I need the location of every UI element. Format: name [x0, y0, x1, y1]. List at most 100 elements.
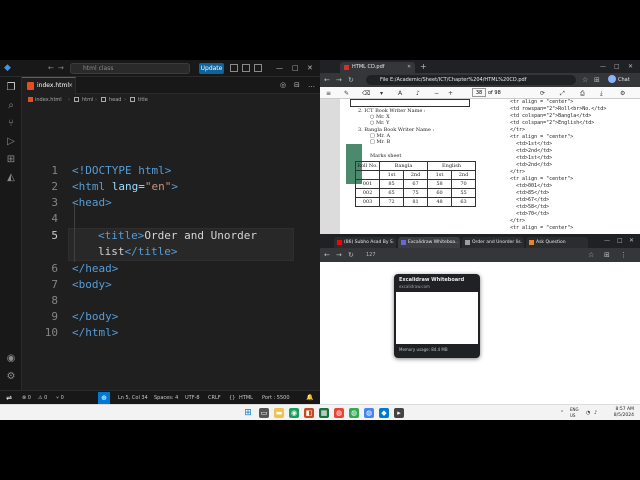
- split-editor-icon[interactable]: ⊟: [294, 81, 300, 90]
- minimize-icon[interactable]: —: [276, 62, 283, 74]
- forward-arrow-icon[interactable]: →: [58, 64, 66, 72]
- breadcrumb-item[interactable]: title: [138, 94, 148, 106]
- braces-icon[interactable]: {}: [229, 391, 235, 405]
- bookmark-star-icon[interactable]: ☆: [582, 75, 588, 85]
- more-actions-icon[interactable]: …: [308, 81, 315, 90]
- chrome-profile-icon[interactable]: ◍: [349, 408, 359, 418]
- file-explorer-icon[interactable]: ▬: [274, 408, 284, 418]
- source-control-icon[interactable]: ⑂: [5, 118, 17, 130]
- eol-status[interactable]: CRLF: [208, 391, 221, 405]
- run-debug-icon[interactable]: ▷: [5, 136, 17, 148]
- edge-browser-icon[interactable]: ◉: [289, 408, 299, 418]
- address-bar[interactable]: 127: [366, 250, 376, 260]
- tab-ask-question[interactable]: Ask Question: [526, 237, 588, 248]
- tab-index-html[interactable]: index.html ×: [22, 77, 76, 94]
- tray-overflow-icon[interactable]: ⌃: [560, 405, 564, 420]
- tab-pdf[interactable]: HTML CD.pdf ✕: [340, 62, 415, 73]
- back-arrow-icon[interactable]: ←: [324, 75, 330, 85]
- print-icon[interactable]: ⎙: [580, 90, 585, 97]
- close-window-icon[interactable]: ✕: [628, 61, 633, 72]
- forward-arrow-icon[interactable]: →: [336, 75, 342, 85]
- spreadsheet-app-icon[interactable]: ▦: [319, 408, 329, 418]
- ports-status[interactable]: ⑂ 0: [56, 391, 64, 405]
- erase-icon[interactable]: ⌫: [362, 90, 370, 97]
- indentation-status[interactable]: Spaces: 4: [154, 391, 178, 405]
- extensions-icon[interactable]: ⊞: [5, 154, 17, 166]
- page-content[interactable]: Excalidraw Whiteboard excalidraw.com Mem…: [320, 262, 640, 404]
- reload-icon[interactable]: ↻: [348, 250, 354, 260]
- warnings-status[interactable]: ⚠ 0: [38, 391, 47, 405]
- pdf-viewer[interactable]: 2. ICT Book Writer Name : ○ Mr. X ○ Mr. …: [320, 99, 640, 234]
- profile-avatar[interactable]: [608, 75, 616, 83]
- breadcrumb-item[interactable]: index.html: [35, 94, 62, 106]
- breadcrumb-item[interactable]: head: [109, 94, 121, 106]
- draw-icon[interactable]: ✎: [344, 90, 349, 97]
- clock[interactable]: 8:57 AM 8/5/2024: [606, 407, 634, 419]
- maximize-icon[interactable]: □: [292, 62, 299, 74]
- task-view-icon[interactable]: ▭: [259, 408, 269, 418]
- breadcrumb-item[interactable]: html: [82, 94, 93, 106]
- tab-youtube[interactable]: (86) Subho Asad By S...: [334, 237, 396, 248]
- forward-arrow-icon[interactable]: →: [336, 250, 342, 260]
- volume-icon[interactable]: ♪: [594, 405, 597, 420]
- maximize-icon[interactable]: □: [614, 61, 620, 72]
- update-button[interactable]: Update: [199, 63, 224, 74]
- remote-explorer-icon[interactable]: ◭: [5, 172, 17, 184]
- rotate-icon[interactable]: ⟳: [540, 90, 545, 97]
- zoom-in-icon[interactable]: +: [448, 90, 453, 97]
- close-window-icon[interactable]: ✕: [629, 235, 634, 246]
- chrome-icon[interactable]: ◍: [334, 408, 344, 418]
- office-icon[interactable]: ◧: [304, 408, 314, 418]
- explorer-icon[interactable]: ❐: [5, 82, 17, 94]
- maximize-icon[interactable]: □: [617, 235, 623, 246]
- settings-icon[interactable]: ⚙: [620, 90, 625, 97]
- encoding-status[interactable]: UTF-8: [185, 391, 200, 405]
- network-icon[interactable]: ◔: [586, 405, 590, 420]
- new-tab-icon[interactable]: +: [420, 61, 427, 72]
- fit-page-icon[interactable]: ⤢: [560, 90, 565, 97]
- back-arrow-icon[interactable]: ←: [48, 64, 56, 72]
- address-bar[interactable]: File E:/Academic/Sheet/ICT/Chapter%204/H…: [366, 75, 576, 85]
- close-window-icon[interactable]: ✕: [307, 62, 313, 74]
- terminal-icon[interactable]: ▸: [394, 408, 404, 418]
- tab-excalidraw[interactable]: Excalidraw Whiteboa...: [398, 237, 460, 248]
- toggle-sidebar-icon[interactable]: [230, 64, 238, 72]
- reload-icon[interactable]: ↻: [348, 75, 354, 85]
- errors-status[interactable]: ⊗ 0: [22, 391, 31, 405]
- bookmark-star-icon[interactable]: ☆: [588, 250, 594, 260]
- command-center-search[interactable]: html class: [70, 63, 190, 74]
- page-number-input[interactable]: 38: [472, 88, 486, 97]
- zoom-icon[interactable]: ⊕: [98, 392, 110, 404]
- open-preview-icon[interactable]: ◎: [280, 81, 286, 90]
- extensions-icon[interactable]: ⊞: [604, 250, 610, 260]
- chrome-profile-2-icon[interactable]: ◍: [364, 408, 374, 418]
- search-icon[interactable]: ⌕: [5, 100, 17, 112]
- tab-order-unorder[interactable]: Order and Unorder lis...: [462, 237, 524, 248]
- more-menu-icon[interactable]: ⋮: [620, 250, 627, 260]
- minimize-icon[interactable]: —: [600, 61, 606, 72]
- live-server-port[interactable]: Port : 5500: [262, 391, 290, 405]
- chat-button[interactable]: Chat: [618, 73, 630, 87]
- outline-menu-icon[interactable]: ≡: [326, 90, 331, 97]
- zoom-out-icon[interactable]: −: [434, 90, 439, 97]
- notifications-bell-icon[interactable]: 🔔: [306, 391, 313, 405]
- back-arrow-icon[interactable]: ←: [324, 250, 330, 260]
- text-icon[interactable]: A: [398, 90, 402, 97]
- minimize-icon[interactable]: —: [604, 235, 610, 246]
- language-mode[interactable]: HTML: [239, 391, 253, 405]
- vscode-taskbar-icon[interactable]: ◆: [379, 408, 389, 418]
- account-icon[interactable]: ◉: [5, 353, 17, 365]
- toggle-panel-icon[interactable]: [242, 64, 250, 72]
- extensions-icon[interactable]: ⊞: [594, 75, 600, 85]
- input-language[interactable]: ENG US: [570, 407, 579, 419]
- toggle-secondary-sidebar-icon[interactable]: [254, 64, 262, 72]
- manage-gear-icon[interactable]: ⚙: [5, 371, 17, 383]
- tab-close-icon[interactable]: ✕: [407, 62, 411, 73]
- save-icon[interactable]: ⤓: [600, 90, 603, 97]
- code-editor[interactable]: 1 2 3 4 5 6 7 8 9 10 <!DOCTYPE html> <ht…: [22, 106, 320, 390]
- read-aloud-icon[interactable]: ♪: [416, 90, 420, 97]
- remote-indicator-icon[interactable]: ⇌: [0, 391, 18, 405]
- windows-start-icon[interactable]: ⊞: [243, 408, 253, 418]
- cursor-position[interactable]: Ln 5, Col 34: [118, 391, 148, 405]
- highlight-icon[interactable]: ▾: [380, 90, 383, 97]
